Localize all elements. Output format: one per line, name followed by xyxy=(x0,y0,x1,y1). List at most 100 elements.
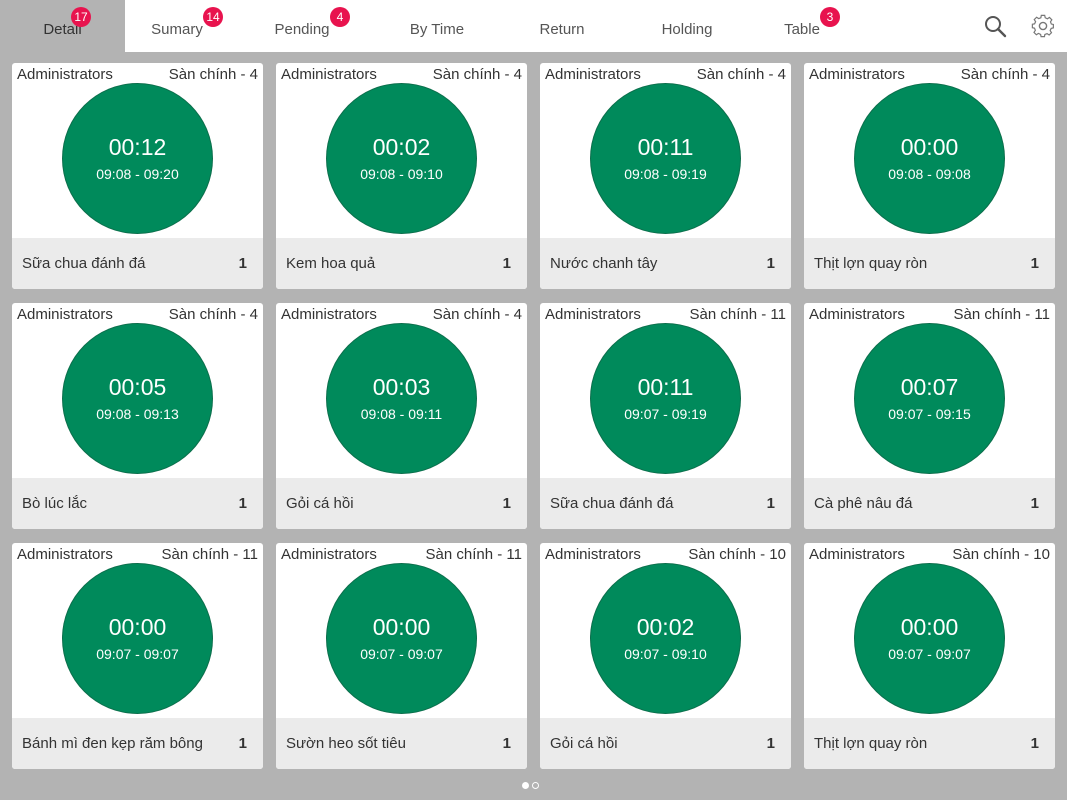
dish-name: Sữa chua đánh đá xyxy=(550,495,674,512)
timer-circle: 00:11 09:07 - 09:19 xyxy=(591,324,740,473)
tab-table[interactable]: Table 3 xyxy=(750,0,854,52)
order-card[interactable]: Administrators Sàn chính - 4 00:02 09:08 - … xyxy=(276,63,527,289)
elapsed-time: 00:07 xyxy=(900,374,959,400)
order-grid: Administrators Sàn chính - 4 00:12 09:08 - … xyxy=(0,52,1067,800)
card-header: Administrators Sàn chính - 11 xyxy=(545,306,786,326)
order-card[interactable]: Administrators Sàn chính - 10 00:00 09:07 -… xyxy=(804,543,1055,769)
time-range: 09:07 - 09:15 xyxy=(888,406,971,422)
tab-return[interactable]: Return xyxy=(510,0,614,52)
table-location: Sàn chính - 4 xyxy=(432,66,522,83)
card-header: Administrators Sàn chính - 11 xyxy=(281,546,522,566)
gear-icon[interactable] xyxy=(1029,12,1057,40)
order-card[interactable]: Administrators Sàn chính - 11 00:11 09:07 -… xyxy=(540,303,791,529)
tab-pending[interactable]: Pending 4 xyxy=(250,0,354,52)
table-location: Sàn chính - 11 xyxy=(425,546,522,563)
order-card[interactable]: Administrators Sàn chính - 11 00:00 09:07 -… xyxy=(12,543,263,769)
tab-badge: 3 xyxy=(820,7,840,27)
elapsed-time: 00:00 xyxy=(108,614,167,640)
table-location: Sàn chính - 4 xyxy=(432,306,522,323)
elapsed-time: 00:02 xyxy=(636,614,695,640)
tab-label: Pending xyxy=(274,20,330,38)
card-header: Administrators Sàn chính - 4 xyxy=(281,306,522,326)
elapsed-time: 00:05 xyxy=(108,374,167,400)
order-card[interactable]: Administrators Sàn chính - 4 00:11 09:08 - … xyxy=(540,63,791,289)
table-location: Sàn chính - 10 xyxy=(952,546,1050,563)
card-footer: Gỏi cá hồi 1 xyxy=(276,478,527,529)
table-location: Sàn chính - 11 xyxy=(689,306,786,323)
staff-name: Administrators xyxy=(281,546,377,563)
elapsed-time: 00:11 xyxy=(637,134,694,160)
dish-name: Thịt lợn quay ròn xyxy=(814,255,928,272)
dish-quantity: 1 xyxy=(766,255,775,272)
tab-sumary[interactable]: Sumary 14 xyxy=(125,0,229,52)
page-indicator[interactable] xyxy=(522,782,539,789)
timer-circle: 00:07 09:07 - 09:15 xyxy=(855,324,1004,473)
staff-name: Administrators xyxy=(545,306,641,323)
order-card[interactable]: Administrators Sàn chính - 11 00:00 09:07 -… xyxy=(276,543,527,769)
search-icon[interactable] xyxy=(981,12,1009,40)
dish-name: Bánh mì đen kẹp ră̆m bông xyxy=(22,735,203,752)
order-card[interactable]: Administrators Sàn chính - 11 00:07 09:07 -… xyxy=(804,303,1055,529)
card-footer: Thịt lợn quay ròn 1 xyxy=(804,238,1055,289)
tab-label: Holding xyxy=(661,20,713,38)
time-range: 09:08 - 09:20 xyxy=(96,166,179,182)
dish-quantity: 1 xyxy=(502,735,511,752)
dish-name: Kem hoa quả xyxy=(286,255,376,272)
dish-name: Gỏi cá hồi xyxy=(286,495,354,512)
dish-name: Bò lúc lắc xyxy=(22,495,88,512)
order-card[interactable]: Administrators Sàn chính - 4 00:12 09:08 - … xyxy=(12,63,263,289)
order-card[interactable]: Administrators Sàn chính - 4 00:03 09:08 - … xyxy=(276,303,527,529)
tab-detail[interactable]: Detail 17 xyxy=(0,0,125,52)
order-card[interactable]: Administrators Sàn chính - 4 00:05 09:08 - … xyxy=(12,303,263,529)
tab-holding[interactable]: Holding xyxy=(635,0,739,52)
table-location: Sàn chính - 11 xyxy=(161,546,258,563)
time-range: 09:07 - 09:07 xyxy=(888,646,971,662)
page-dot[interactable] xyxy=(532,782,539,789)
table-location: Sàn chính - 4 xyxy=(696,66,786,83)
card-footer: Sữa chua đánh đá 1 xyxy=(540,478,791,529)
order-card[interactable]: Administrators Sàn chính - 4 00:00 09:08 - … xyxy=(804,63,1055,289)
staff-name: Administrators xyxy=(17,546,113,563)
time-range: 09:08 - 09:10 xyxy=(360,166,443,182)
staff-name: Administrators xyxy=(17,306,113,323)
timer-circle: 00:00 09:07 - 09:07 xyxy=(327,564,476,713)
staff-name: Administrators xyxy=(809,66,905,83)
dish-quantity: 1 xyxy=(238,735,247,752)
page-dot-active[interactable] xyxy=(522,782,529,789)
elapsed-time: 00:00 xyxy=(372,614,431,640)
tab-label: Return xyxy=(539,20,585,38)
card-footer: Bánh mì đen kẹp ră̆m bông 1 xyxy=(12,718,263,769)
staff-name: Administrators xyxy=(809,306,905,323)
tab-label: By Time xyxy=(409,20,465,38)
card-footer: Cà phê nâu đá 1 xyxy=(804,478,1055,529)
time-range: 09:08 - 09:08 xyxy=(888,166,971,182)
dish-quantity: 1 xyxy=(502,255,511,272)
order-card[interactable]: Administrators Sàn chính - 10 00:02 09:07 -… xyxy=(540,543,791,769)
dish-name: Nước chanh tây xyxy=(550,255,658,272)
table-location: Sàn chính - 4 xyxy=(168,66,258,83)
card-footer: Bò lúc lắc 1 xyxy=(12,478,263,529)
timer-circle: 00:02 09:07 - 09:10 xyxy=(591,564,740,713)
top-bar: Detail 17 Sumary 14 Pending 4 By Time Re… xyxy=(0,0,1067,52)
elapsed-time: 00:00 xyxy=(900,134,959,160)
card-footer: Sườn heo sốt tiêu 1 xyxy=(276,718,527,769)
dish-name: Gỏi cá hồi xyxy=(550,735,618,752)
time-range: 09:07 - 09:10 xyxy=(624,646,707,662)
tab-badge: 17 xyxy=(71,7,91,27)
timer-circle: 00:00 09:07 - 09:07 xyxy=(855,564,1004,713)
card-header: Administrators Sàn chính - 4 xyxy=(545,66,786,86)
dish-quantity: 1 xyxy=(502,495,511,512)
staff-name: Administrators xyxy=(545,66,641,83)
staff-name: Administrators xyxy=(545,546,641,563)
staff-name: Administrators xyxy=(281,66,377,83)
table-location: Sàn chính - 4 xyxy=(960,66,1050,83)
card-header: Administrators Sàn chính - 4 xyxy=(17,66,258,86)
time-range: 09:08 - 09:13 xyxy=(96,406,179,422)
tab-badge: 14 xyxy=(203,7,223,27)
tab-by-time[interactable]: By Time xyxy=(385,0,489,52)
dish-name: Sữa chua đánh đá xyxy=(22,255,146,272)
tab-label: Sumary xyxy=(151,20,203,38)
tab-label: Table xyxy=(784,20,820,38)
time-range: 09:07 - 09:19 xyxy=(624,406,707,422)
elapsed-time: 00:02 xyxy=(372,134,431,160)
